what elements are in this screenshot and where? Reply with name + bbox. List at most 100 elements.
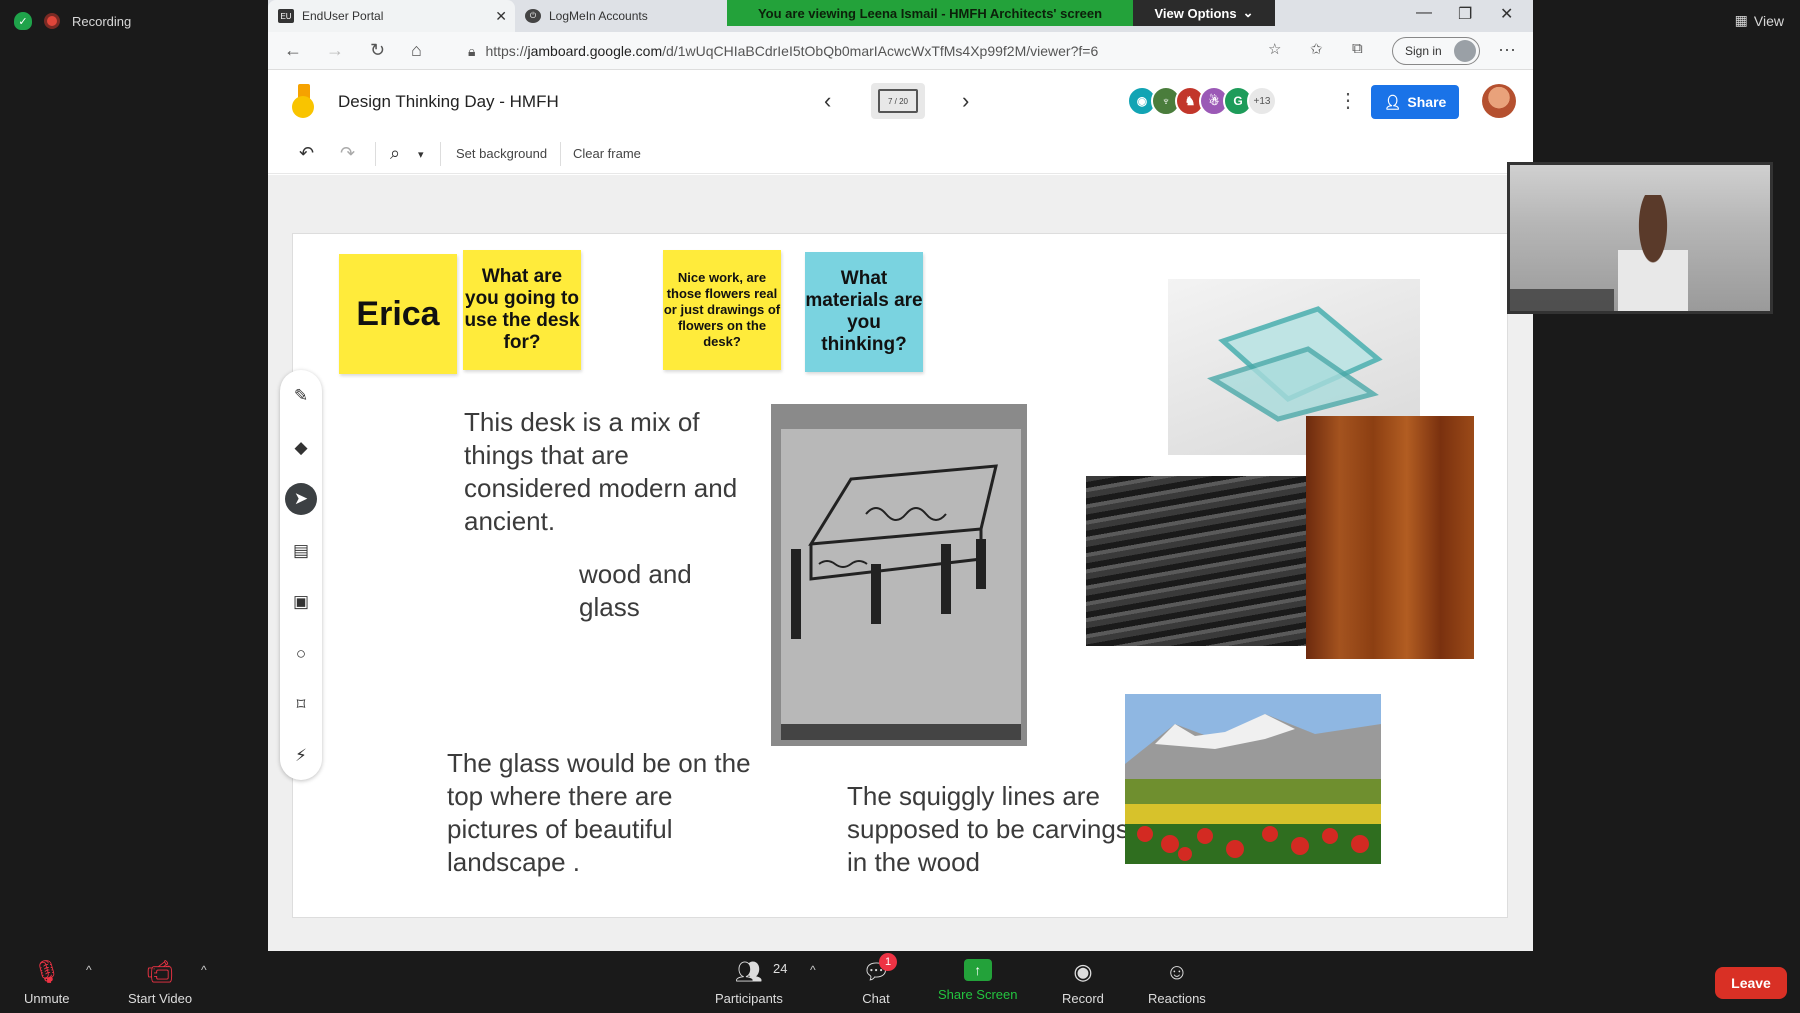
pen-icon[interactable]: ✎ bbox=[285, 380, 317, 412]
sticky-note-question[interactable]: What materials are you thinking? bbox=[805, 252, 923, 372]
home-icon[interactable]: ⌂ bbox=[411, 40, 422, 61]
microphone-muted-icon: 🎙︎ bbox=[32, 959, 61, 984]
collections-icon[interactable]: ⧉ bbox=[1352, 40, 1363, 57]
tab-logmein-accounts[interactable]: ⏻ LogMeIn Accounts bbox=[515, 0, 735, 32]
sticky-note-question[interactable]: Nice work, are those flowers real or jus… bbox=[663, 250, 781, 370]
share-screen-button[interactable]: ↑ Share Screen bbox=[938, 959, 1018, 1002]
sign-in-button[interactable]: Sign in bbox=[1392, 37, 1480, 65]
recording-label: Recording bbox=[72, 13, 132, 29]
circle-shape-icon[interactable]: ○ bbox=[285, 638, 317, 670]
enduser-favicon-icon: EU bbox=[278, 9, 294, 23]
user-avatar[interactable] bbox=[1482, 84, 1516, 118]
chat-unread-badge: 1 bbox=[879, 953, 897, 971]
share-label: Share bbox=[1407, 94, 1447, 110]
url-host: jamboard.google.com bbox=[527, 43, 663, 59]
more-icon[interactable]: ⋯ bbox=[1498, 40, 1516, 61]
record-icon: ◉ bbox=[1073, 959, 1093, 984]
jam-canvas[interactable]: Erica What are you going to use the desk… bbox=[292, 233, 1508, 918]
text-box[interactable]: The glass would be on the top where ther… bbox=[447, 747, 757, 879]
participant-name-bar bbox=[1510, 289, 1614, 311]
close-window-icon[interactable]: ✕ bbox=[1500, 4, 1513, 24]
share-screen-arrow-icon: ↑ bbox=[963, 959, 992, 981]
participant-video-thumbnail[interactable] bbox=[1507, 162, 1773, 314]
more-vert-icon[interactable]: ⋮ bbox=[1338, 88, 1358, 113]
audio-options-caret-icon[interactable]: ^ bbox=[86, 963, 92, 977]
address-bar[interactable]: 🔒︎ https://jamboard.google.com/d/1wUqCHI… bbox=[458, 37, 1288, 65]
view-options-button[interactable]: View Options ⌄ bbox=[1133, 0, 1275, 26]
sticky-note-question[interactable]: What are you going to use the desk for? bbox=[463, 250, 581, 370]
recording-icon bbox=[44, 13, 60, 29]
back-icon[interactable]: ← bbox=[284, 40, 302, 61]
desk-sketch-image[interactable] bbox=[771, 404, 1027, 746]
share-screen-label: Share Screen bbox=[938, 987, 1018, 1002]
chevron-right-icon[interactable]: › bbox=[962, 88, 969, 114]
zoom-status-area: ✓ Recording bbox=[14, 12, 131, 30]
sign-in-label: Sign in bbox=[1405, 44, 1442, 58]
unmute-button[interactable]: 🎙︎ Unmute bbox=[24, 959, 70, 1006]
video-off-icon: 📹︎ bbox=[146, 959, 175, 984]
profile-icon bbox=[1454, 40, 1476, 62]
clear-frame-button[interactable]: Clear frame bbox=[573, 146, 641, 161]
zoom-icon[interactable]: ⌕ bbox=[390, 143, 400, 164]
text-box[interactable]: wood and glass bbox=[579, 558, 719, 624]
zoom-control-bar: 🎙︎ Unmute ^ 📹︎ Start Video ^ 👥︎ Particip… bbox=[0, 951, 1800, 1013]
toolbar-divider bbox=[440, 142, 441, 166]
viewing-banner: You are viewing Leena Ismail - HMFH Arch… bbox=[727, 0, 1344, 26]
record-button[interactable]: ◉ Record bbox=[1062, 959, 1104, 1006]
leave-button[interactable]: Leave bbox=[1715, 967, 1787, 999]
text-box[interactable]: The squiggly lines are supposed to be ca… bbox=[847, 780, 1137, 879]
jamboard-tool-rail: ✎ ◆ ➤ ▤ ▣ ○ ⌑ ⚡︎ bbox=[280, 370, 322, 780]
tab-label: LogMeIn Accounts bbox=[549, 9, 648, 23]
unmute-label: Unmute bbox=[24, 991, 70, 1006]
jamboard-header: Design Thinking Day - HMFH ‹ 7 / 20 › ◉ … bbox=[268, 70, 1533, 134]
viewing-banner-text: You are viewing Leena Ismail - HMFH Arch… bbox=[727, 0, 1133, 26]
tab-enduser-portal[interactable]: EU EndUser Portal ✕ bbox=[268, 0, 515, 32]
chevron-down-icon: ⌄ bbox=[1242, 5, 1254, 20]
view-options-label: View Options bbox=[1154, 5, 1237, 21]
select-pointer-icon[interactable]: ➤ bbox=[285, 483, 317, 515]
add-favorite-icon[interactable]: ☆ bbox=[1268, 40, 1281, 58]
grid-view-icon: ▦ bbox=[1734, 12, 1748, 28]
frame-bar-button[interactable]: 7 / 20 bbox=[871, 83, 925, 119]
video-options-caret-icon[interactable]: ^ bbox=[201, 963, 207, 977]
set-background-button[interactable]: Set background bbox=[456, 146, 547, 161]
text-box-icon[interactable]: ⌑ bbox=[285, 689, 317, 721]
security-shield-icon[interactable]: ✓ bbox=[14, 12, 32, 30]
person-icon: 👤︎ bbox=[1383, 93, 1402, 110]
view-label: View bbox=[1753, 12, 1784, 29]
reactions-smiley-icon: ☺ bbox=[1165, 959, 1189, 984]
sticky-note-icon[interactable]: ▤ bbox=[285, 535, 317, 567]
laser-icon[interactable]: ⚡︎ bbox=[285, 740, 317, 772]
tab-label: EndUser Portal bbox=[302, 9, 384, 23]
jamboard-toolbar: ↶ ↷ ⌕ ▾ Set background Clear frame bbox=[268, 134, 1533, 174]
eraser-icon[interactable]: ◆ bbox=[285, 432, 317, 464]
chevron-left-icon[interactable]: ‹ bbox=[824, 88, 831, 114]
reactions-label: Reactions bbox=[1148, 991, 1206, 1006]
redo-icon[interactable]: ↷ bbox=[340, 143, 355, 164]
wood-texture-image[interactable] bbox=[1306, 416, 1474, 659]
start-video-button[interactable]: 📹︎ Start Video bbox=[128, 959, 192, 1006]
landscape-flowers-image[interactable] bbox=[1125, 694, 1381, 864]
sand-dunes-image[interactable] bbox=[1086, 476, 1308, 646]
close-icon[interactable]: ✕ bbox=[495, 8, 507, 25]
view-button[interactable]: ▦ View bbox=[1735, 12, 1784, 29]
minimize-icon[interactable]: — bbox=[1416, 4, 1432, 22]
image-icon[interactable]: ▣ bbox=[285, 586, 317, 618]
undo-icon[interactable]: ↶ bbox=[299, 143, 314, 164]
start-video-label: Start Video bbox=[128, 991, 193, 1006]
forward-icon[interactable]: → bbox=[326, 40, 344, 61]
participants-caret-icon[interactable]: ^ bbox=[810, 963, 816, 977]
toolbar-divider bbox=[560, 142, 561, 166]
favorites-icon[interactable]: ✩ bbox=[1310, 40, 1323, 58]
reload-icon[interactable]: ↻ bbox=[370, 40, 385, 61]
zoom-dropdown-icon[interactable]: ▾ bbox=[418, 148, 424, 161]
reactions-button[interactable]: ☺ Reactions bbox=[1148, 959, 1206, 1006]
text-box[interactable]: This desk is a mix of things that are co… bbox=[464, 406, 744, 538]
participants-count: 24 bbox=[773, 961, 788, 976]
restore-icon[interactable]: ❐ bbox=[1458, 4, 1472, 24]
logmein-favicon-icon: ⏻ bbox=[525, 9, 541, 23]
sticky-note-name[interactable]: Erica bbox=[339, 254, 457, 374]
share-button[interactable]: 👤︎ Share bbox=[1371, 85, 1459, 119]
jam-title[interactable]: Design Thinking Day - HMFH bbox=[338, 92, 559, 112]
browser-address-row: ← → ↻ ⌂ 🔒︎ https://jamboard.google.com/d… bbox=[268, 32, 1533, 70]
